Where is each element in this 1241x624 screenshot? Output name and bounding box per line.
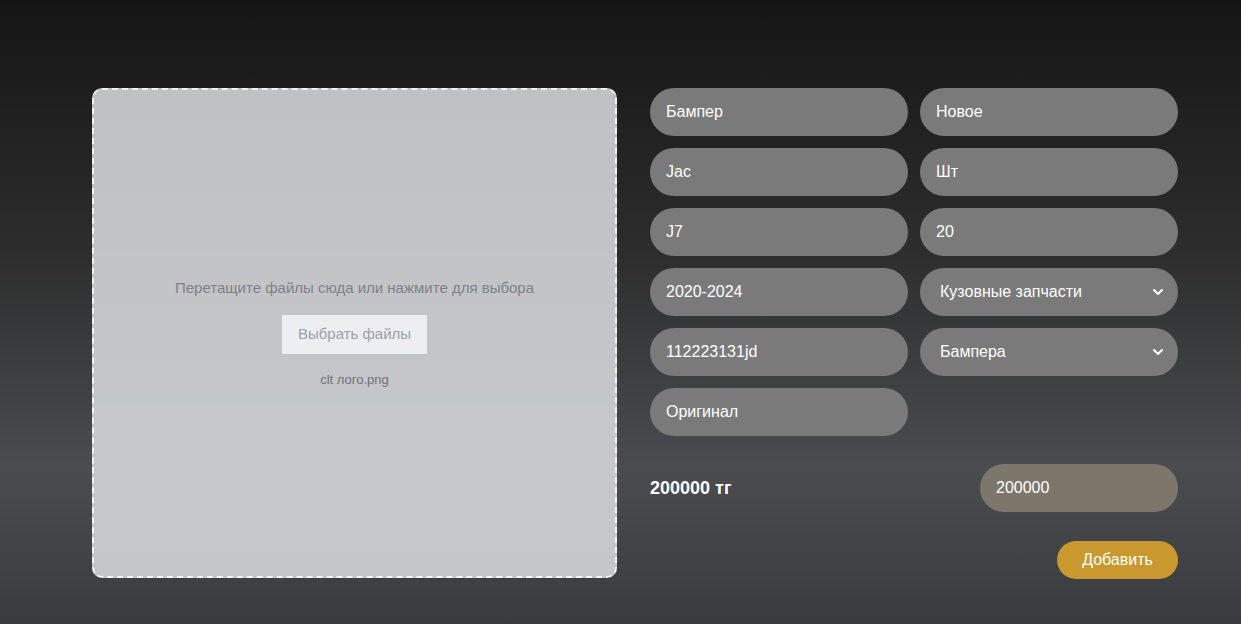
- input-value: Шт: [936, 160, 958, 184]
- add-button[interactable]: Добавить: [1057, 541, 1178, 579]
- input-value: 2020-2024: [666, 280, 743, 304]
- choose-files-button[interactable]: Выбрать файлы: [282, 315, 427, 354]
- price-input[interactable]: 200000: [980, 464, 1178, 512]
- price-row: 200000 тг 200000: [650, 464, 1178, 512]
- file-name: clt лого.png: [320, 370, 389, 390]
- fields-grid: Бампер Jac J7 2020-2024 112223131jd Оригинал Н…: [650, 88, 1178, 436]
- text-input[interactable]: Jac: [650, 148, 908, 196]
- right-column: Новое Шт 20 Кузовные запчасти Бампера: [920, 88, 1178, 436]
- input-value: Jac: [666, 160, 691, 184]
- text-input[interactable]: J7: [650, 208, 908, 256]
- select-value: Кузовные запчасти: [940, 280, 1082, 304]
- input-value: 112223131jd: [666, 340, 757, 364]
- input-value: Новое: [936, 100, 983, 124]
- input-value: 20: [936, 220, 954, 244]
- select-value: Бампера: [940, 340, 1006, 364]
- input-value: J7: [666, 220, 683, 244]
- page: Перетащите файлы сюда или нажмите для вы…: [0, 0, 1241, 624]
- text-input[interactable]: Оригинал: [650, 388, 908, 436]
- form-panel: Бампер Jac J7 2020-2024 112223131jd Оригинал Н…: [650, 88, 1178, 624]
- text-input[interactable]: Бампер: [650, 88, 908, 136]
- chevron-down-icon: [1150, 284, 1166, 300]
- category-select[interactable]: Бампера: [920, 328, 1178, 376]
- file-dropzone[interactable]: Перетащите файлы сюда или нажмите для вы…: [92, 88, 617, 578]
- text-input[interactable]: 112223131jd: [650, 328, 908, 376]
- text-input[interactable]: Шт: [920, 148, 1178, 196]
- category-select[interactable]: Кузовные запчасти: [920, 268, 1178, 316]
- input-value: Бампер: [666, 100, 723, 124]
- left-column: Бампер Jac J7 2020-2024 112223131jd Оригинал: [650, 88, 908, 436]
- input-value: Оригинал: [666, 400, 738, 424]
- text-input[interactable]: Новое: [920, 88, 1178, 136]
- price-label: 200000 тг: [650, 475, 731, 502]
- dropzone-hint: Перетащите файлы сюда или нажмите для вы…: [175, 277, 534, 300]
- chevron-down-icon: [1150, 344, 1166, 360]
- text-input[interactable]: 20: [920, 208, 1178, 256]
- actions: Добавить: [650, 541, 1178, 579]
- text-input[interactable]: 2020-2024: [650, 268, 908, 316]
